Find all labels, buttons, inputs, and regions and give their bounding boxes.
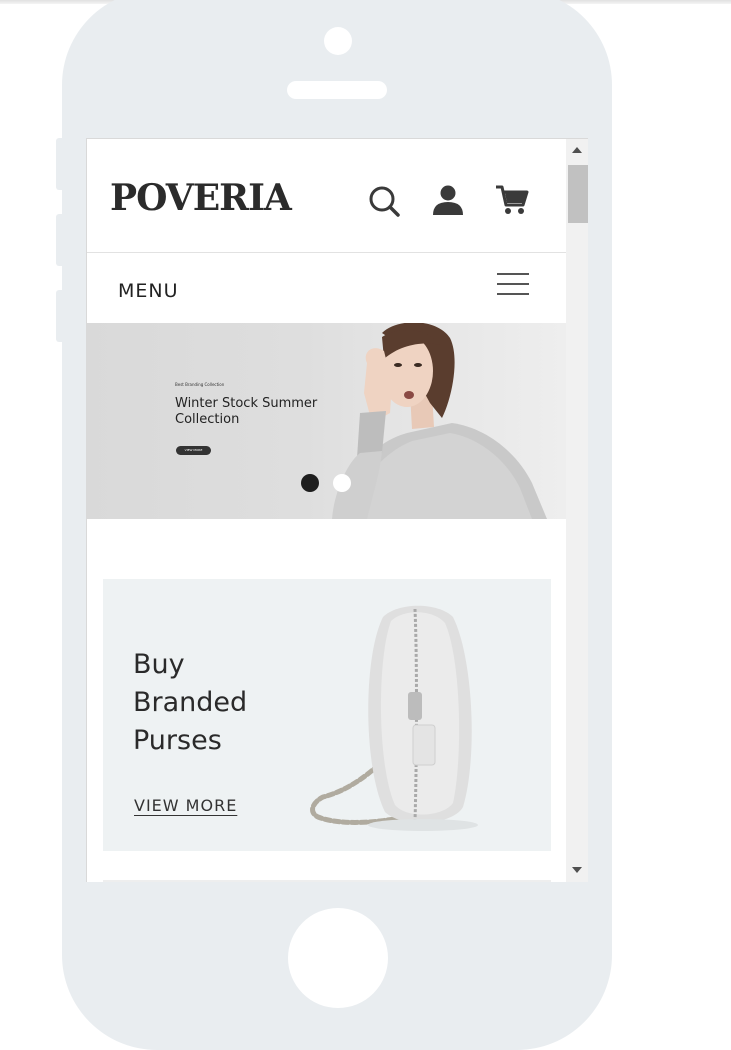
user-icon[interactable] [431,183,465,217]
site-header: POVERIA [87,139,566,253]
phone-side-button-3 [56,290,63,342]
hero-title: Winter Stock Summer Collection [175,396,318,427]
promo-banner: Buy Branded Purses VIEW MORE [103,579,551,851]
scroll-thumb[interactable] [568,165,588,223]
hero-model-image [332,323,547,519]
cart-icon[interactable] [495,183,529,217]
next-section-edge [103,880,551,882]
page-content: POVERIA MENU Best Branding Collection Wi… [87,139,566,882]
scroll-up-arrow-icon[interactable] [572,147,582,153]
menu-label[interactable]: MENU [118,280,179,302]
scrollbar[interactable] [566,139,588,882]
promo-title: Buy Branded Purses [133,649,248,756]
hamburger-icon[interactable] [497,271,529,297]
phone-side-button-2 [56,214,63,266]
phone-camera [324,27,352,55]
hero-button[interactable]: VIEW MORE [176,446,211,455]
hero-slider[interactable]: Best Branding Collection Winter Stock Su… [87,323,566,519]
phone-home-button[interactable] [288,908,388,1008]
slider-dot-1[interactable] [301,474,319,492]
phone-side-button-1 [56,138,63,190]
hero-subtitle: Best Branding Collection [175,382,225,387]
menu-bar: MENU [87,253,566,323]
view-more-link[interactable]: VIEW MORE [134,796,237,815]
purse-image [310,605,478,831]
search-icon[interactable] [367,183,401,217]
slider-dot-2[interactable] [333,474,351,492]
brand-logo[interactable]: POVERIA [110,177,292,219]
scroll-down-arrow-icon[interactable] [572,867,582,873]
phone-speaker [287,81,387,99]
phone-screen: POVERIA MENU Best Branding Collection Wi… [86,138,588,882]
